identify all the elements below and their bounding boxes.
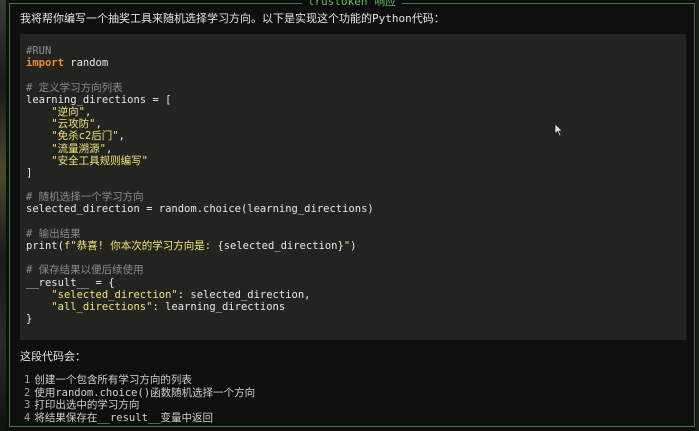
- response-panel: trustoken 响应 我将帮你编写一个抽奖工具来随机选择学习方向。以下是实现…: [9, 0, 695, 427]
- intro-text: 我将帮你编写一个抽奖工具来随机选择学习方向。以下是实现这个功能的Python代码…: [20, 12, 445, 25]
- code-line: "免杀c2后门",: [26, 130, 680, 142]
- code-token: # 随机选择一个学习方向: [26, 191, 144, 204]
- code-token: choice(learning_directions): [203, 203, 374, 216]
- list-item: 4 将结果保存在__result__变量中返回: [24, 412, 255, 425]
- list-item-number: 3: [24, 399, 31, 411]
- explanation-label: 这段代码会：: [20, 350, 86, 363]
- code-token: }: [26, 313, 33, 326]
- code-token: learning_directions: [26, 93, 153, 106]
- list-item-text: 打印出选中的学习方向: [34, 399, 140, 411]
- code-token: # 保存结果以便后续使用: [26, 264, 144, 277]
- code-token: "流量溯源": [51, 142, 106, 155]
- code-line: "selected_direction": selected_direction…: [26, 289, 680, 301]
- code-token: __result__: [26, 276, 96, 289]
- list-item: 1 创建一个包含所有学习方向的列表: [24, 374, 255, 387]
- code-token: ]: [26, 166, 33, 179]
- code-token: random: [63, 57, 109, 70]
- code-token: # 输出结果: [26, 227, 81, 240]
- code-line: print(f"恭喜! 你本次的学习方向是: {selected_directi…: [26, 240, 680, 252]
- code-token: {selected_direction}: [217, 240, 344, 252]
- code-token: : selected_direction,: [177, 288, 311, 301]
- code-block[interactable]: #RUN import random # 定义学习方向列表 learning_dire…: [20, 34, 686, 340]
- code-line: # 保存结果以便后续使用: [26, 264, 680, 276]
- code-line: __result__ = {: [26, 277, 680, 289]
- code-line: selected_direction = random.choice(learn…: [26, 203, 680, 215]
- mouse-pointer-icon: [554, 123, 564, 137]
- list-item-number: 4: [24, 411, 31, 424]
- list-item: 2 使用random.choice()函数随机选择一个方向: [24, 387, 255, 400]
- code-token: ,: [95, 118, 102, 131]
- code-token: f"恭喜! 你本次的学习方向是:: [63, 240, 218, 252]
- code-token: ,: [84, 105, 92, 118]
- code-token: #RUN: [26, 45, 52, 57]
- code-line: "安全工具规则编写": [26, 155, 680, 167]
- code-token: : learning_directions: [152, 300, 286, 313]
- code-token: # 定义学习方向列表: [26, 81, 123, 94]
- code-token: [: [158, 93, 172, 106]
- code-token: "云攻防": [51, 118, 96, 131]
- code-line: #RUN: [26, 45, 680, 57]
- code-line: "云攻防",: [26, 118, 680, 130]
- list-item-text: 创建一个包含所有学习方向的列表: [34, 374, 192, 386]
- code-token: "免杀c2后门": [51, 130, 119, 143]
- code-token: ,: [118, 130, 125, 143]
- code-token: random: [152, 203, 197, 216]
- list-item-number: 1: [24, 374, 31, 386]
- code-line: learning_directions = [: [26, 94, 680, 106]
- list-item-number: 2: [24, 386, 31, 399]
- code-line: "all_directions": learning_directions: [26, 301, 680, 313]
- code-token: "安全工具规则编写": [51, 154, 148, 167]
- code-line: ]: [26, 167, 680, 179]
- code-line: # 随机选择一个学习方向: [26, 191, 680, 203]
- list-item-text: 使用random.choice()函数随机选择一个方向: [34, 386, 256, 399]
- list-item-text: 将结果保存在__result__变量中返回: [34, 411, 214, 424]
- code-token: "selected_direction": [51, 288, 178, 301]
- left-window-edge: [0, 0, 6, 431]
- panel-title: trustoken 响应: [301, 0, 403, 9]
- code-token: import: [26, 57, 64, 70]
- steps-list: 1 创建一个包含所有学习方向的列表 2 使用random.choice()函数随机选择…: [24, 374, 255, 424]
- code-line: "流量溯源",: [26, 143, 680, 155]
- code-line: # 定义学习方向列表: [26, 82, 680, 94]
- code-token: ,: [105, 142, 113, 155]
- code-line: # 输出结果: [26, 228, 680, 240]
- code-token: "逆向": [51, 105, 85, 118]
- code-token: {: [101, 276, 115, 289]
- code-line: import random: [26, 57, 680, 69]
- code-line: "逆向",: [26, 106, 680, 118]
- code-token: "all_directions": [51, 300, 153, 313]
- code-token: selected_direction: [26, 203, 147, 216]
- list-item: 3 打印出选中的学习方向: [24, 399, 255, 412]
- code-token: ): [350, 240, 357, 252]
- code-token: print(: [26, 240, 64, 252]
- code-line: }: [26, 313, 680, 325]
